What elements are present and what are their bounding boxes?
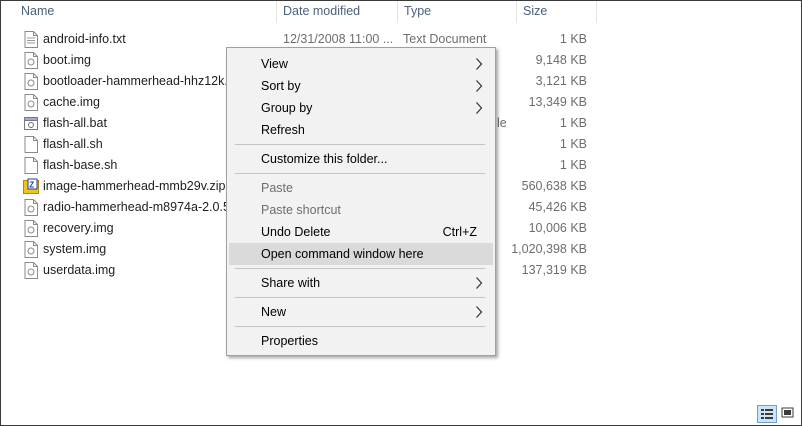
file-size: 137,319 KB [521,263,587,277]
batch-file-icon [24,117,38,130]
menu-item-label: Customize this folder... [261,152,388,166]
menu-separator [235,268,485,269]
menu-separator [235,297,485,298]
file-size: 1 KB [559,116,587,130]
blank-file-icon [24,136,38,153]
menu-item-sort-by[interactable]: Sort by [229,75,493,97]
menu-item-label: Properties [261,334,318,348]
file-size: 45,426 KB [528,200,587,214]
context-menu: View Sort by Group by Refresh Customize … [226,47,496,356]
details-view-button[interactable] [757,405,777,423]
file-name: android-info.txt [43,32,126,46]
column-header-name[interactable]: Name [15,1,277,23]
menu-item-refresh[interactable]: Refresh [229,119,493,141]
menu-item-view[interactable]: View [229,53,493,75]
file-name: boot.img [43,53,91,67]
file-size: 560,638 KB [521,179,587,193]
menu-item-properties[interactable]: Properties [229,330,493,352]
menu-item-paste-shortcut[interactable]: Paste shortcut [229,199,493,221]
file-size: 10,006 KB [528,221,587,235]
column-divider[interactable] [596,1,597,23]
file-type: Text Document [403,32,487,46]
menu-separator [235,144,485,145]
file-name: recovery.img [43,221,114,235]
file-size: 1,020,398 KB [511,242,587,256]
menu-item-open-command-window[interactable]: Open command window here [229,243,493,265]
file-icon [24,73,38,90]
file-name: flash-all.bat [43,116,107,130]
menu-item-group-by[interactable]: Group by [229,97,493,119]
menu-item-paste[interactable]: Paste [229,177,493,199]
file-icon [24,52,38,69]
file-size: 3,121 KB [535,74,587,88]
file-icon [24,220,38,237]
file-type: le [497,116,507,130]
file-name: bootloader-hammerhead-hhz12k.i [43,74,231,88]
menu-item-label: Sort by [261,79,301,93]
text-file-icon [24,31,38,48]
menu-separator [235,326,485,327]
chevron-right-icon [476,80,483,92]
menu-item-label: New [261,305,287,319]
svg-text:Z: Z [29,180,34,189]
file-icon [24,94,38,111]
menu-item-label: Share with [261,276,321,290]
large-icons-view-button[interactable] [779,405,799,423]
menu-item-label: Paste [261,181,293,195]
chevron-right-icon [476,58,483,70]
column-header-row: Name Date modified Type Size [1,1,801,23]
menu-item-label: Undo Delete [261,225,331,239]
chevron-right-icon [476,306,483,318]
file-size: 1 KB [559,158,587,172]
file-name: cache.img [43,95,100,109]
file-name: flash-base.sh [43,158,118,172]
file-size: 9,148 KB [535,53,587,67]
large-icons-view-icon [781,407,794,418]
zip-file-icon: Z [23,178,39,194]
menu-item-customize-folder[interactable]: Customize this folder... [229,148,493,170]
column-header-size[interactable]: Size [517,1,597,23]
file-name: radio-hammerhead-m8974a-2.0.50 [43,200,237,214]
menu-item-label: Refresh [261,123,305,137]
file-name: system.img [43,242,107,256]
chevron-right-icon [476,102,483,114]
file-icon [24,199,38,216]
menu-item-label: Group by [261,101,313,115]
menu-item-undo-delete[interactable]: Undo Delete Ctrl+Z [229,221,493,243]
file-name: image-hammerhead-mmb29v.zip [43,179,226,193]
file-name: userdata.img [43,263,116,277]
file-size: 13,349 KB [528,95,587,109]
column-header-date-modified[interactable]: Date modified [277,1,397,23]
column-header-type[interactable]: Type [398,1,516,23]
file-icon [24,241,38,258]
menu-item-label: Paste shortcut [261,203,341,217]
blank-file-icon [24,157,38,174]
file-size: 1 KB [559,137,587,151]
menu-item-share-with[interactable]: Share with [229,272,493,294]
chevron-right-icon [476,277,483,289]
menu-item-new[interactable]: New [229,301,493,323]
menu-item-label: Open command window here [261,247,424,261]
file-date: 12/31/2008 11:00 ... [283,32,394,46]
menu-item-shortcut: Ctrl+Z [442,225,477,239]
menu-item-label: View [261,57,288,71]
menu-separator [235,173,485,174]
file-icon [24,262,38,279]
details-view-icon [761,409,773,419]
file-name: flash-all.sh [43,137,103,151]
file-size: 1 KB [559,32,587,46]
